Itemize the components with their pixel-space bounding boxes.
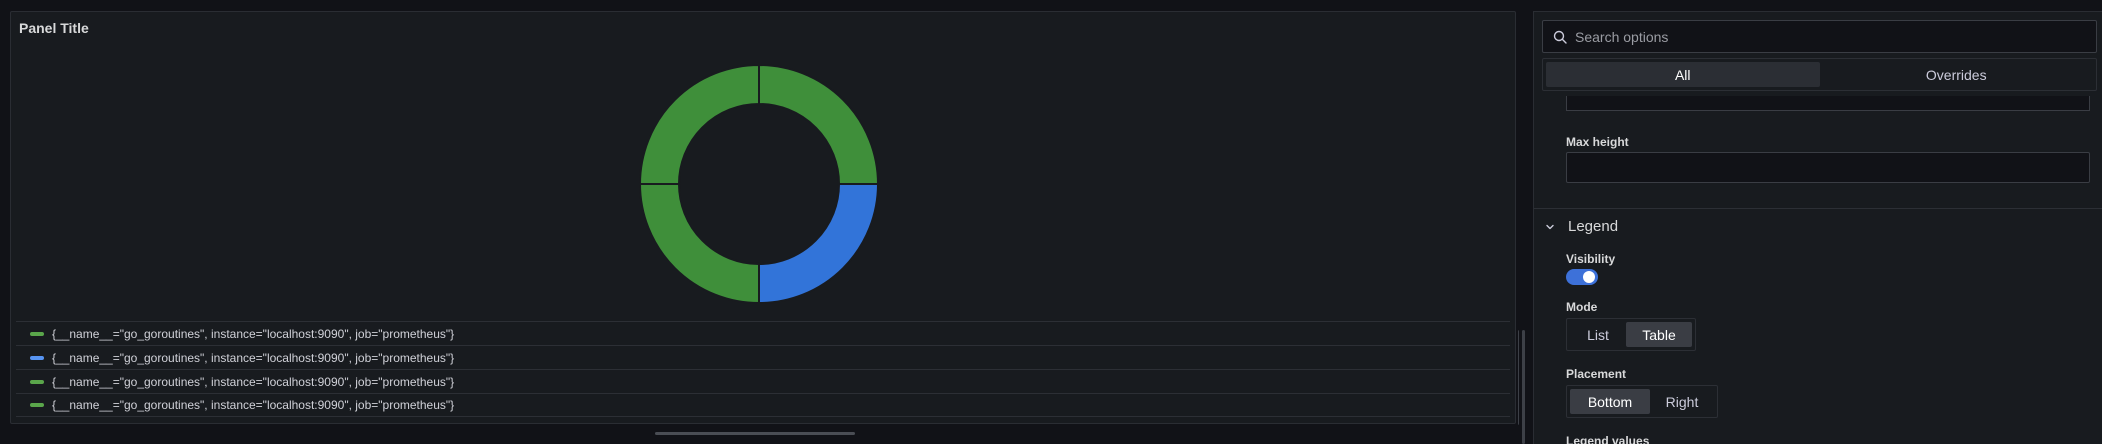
series-color-swatch bbox=[30, 403, 44, 407]
tab-all[interactable]: All bbox=[1546, 62, 1820, 87]
max-height-input[interactable] bbox=[1566, 152, 2090, 183]
mode-label: Mode bbox=[1566, 300, 1598, 314]
options-tabs: All Overrides bbox=[1542, 58, 2097, 91]
legend-label: {__name__="go_goroutines", instance="loc… bbox=[52, 398, 455, 412]
donut-slice[interactable] bbox=[638, 63, 760, 185]
mode-option-list[interactable]: List bbox=[1570, 322, 1626, 347]
chevron-down-icon bbox=[1542, 222, 1558, 232]
series-color-swatch bbox=[30, 331, 44, 336]
options-scrollbar[interactable] bbox=[1522, 330, 1525, 444]
legend-section-header[interactable]: Legend bbox=[1542, 218, 1618, 235]
legend-row[interactable]: {__name__="go_goroutines", instance="loc… bbox=[16, 321, 1510, 345]
legend-label: {__name__="go_goroutines", instance="loc… bbox=[52, 350, 455, 365]
placement-radio-group: Bottom Right bbox=[1566, 385, 1718, 418]
search-icon bbox=[1553, 30, 1567, 44]
placement-option-right[interactable]: Right bbox=[1650, 389, 1714, 414]
panel-resize-handle[interactable] bbox=[655, 432, 855, 435]
donut-slice[interactable] bbox=[758, 183, 880, 305]
donut-slice[interactable] bbox=[758, 63, 880, 185]
legend-label: {__name__="go_goroutines", instance="loc… bbox=[52, 326, 455, 341]
legend-row[interactable]: {__name__="go_goroutines", instance="loc… bbox=[16, 345, 1510, 369]
legend-table: {__name__="go_goroutines", instance="loc… bbox=[16, 321, 1510, 417]
legend-row[interactable]: {__name__="go_goroutines", instance="loc… bbox=[16, 369, 1510, 393]
panel: Panel Title {__name__="go_goroutines", i… bbox=[10, 11, 1521, 425]
visibility-toggle[interactable] bbox=[1566, 269, 1598, 285]
mode-option-table[interactable]: Table bbox=[1626, 322, 1692, 347]
donut-slice[interactable] bbox=[638, 183, 760, 305]
series-color-swatch bbox=[30, 379, 44, 384]
legend-label: {__name__="go_goroutines", instance="loc… bbox=[52, 374, 455, 389]
mode-radio-group: List Table bbox=[1566, 318, 1696, 351]
toggle-knob bbox=[1583, 271, 1595, 283]
section-divider bbox=[1534, 208, 2102, 209]
series-color-swatch bbox=[30, 355, 44, 360]
placement-label: Placement bbox=[1566, 367, 1627, 381]
dashboard-panel-editor: Panel Title {__name__="go_goroutines", i… bbox=[0, 0, 2102, 444]
search-options-box[interactable] bbox=[1542, 20, 2097, 53]
options-pane: All Overrides Max height Legend Visibili… bbox=[1533, 11, 2102, 444]
legend-row[interactable]: {__name__="go_goroutines", instance="loc… bbox=[16, 393, 1510, 417]
legend-values-label: Legend values bbox=[1566, 434, 1650, 444]
search-input[interactable] bbox=[1575, 28, 2075, 45]
donut-chart bbox=[638, 63, 880, 305]
legend-section-title: Legend bbox=[1568, 218, 1619, 235]
placement-option-bottom[interactable]: Bottom bbox=[1570, 389, 1650, 414]
previous-field-input[interactable] bbox=[1566, 96, 2090, 111]
max-height-label: Max height bbox=[1566, 135, 1629, 149]
tab-overrides[interactable]: Overrides bbox=[1820, 62, 2094, 87]
visibility-label: Visibility bbox=[1566, 252, 1616, 266]
